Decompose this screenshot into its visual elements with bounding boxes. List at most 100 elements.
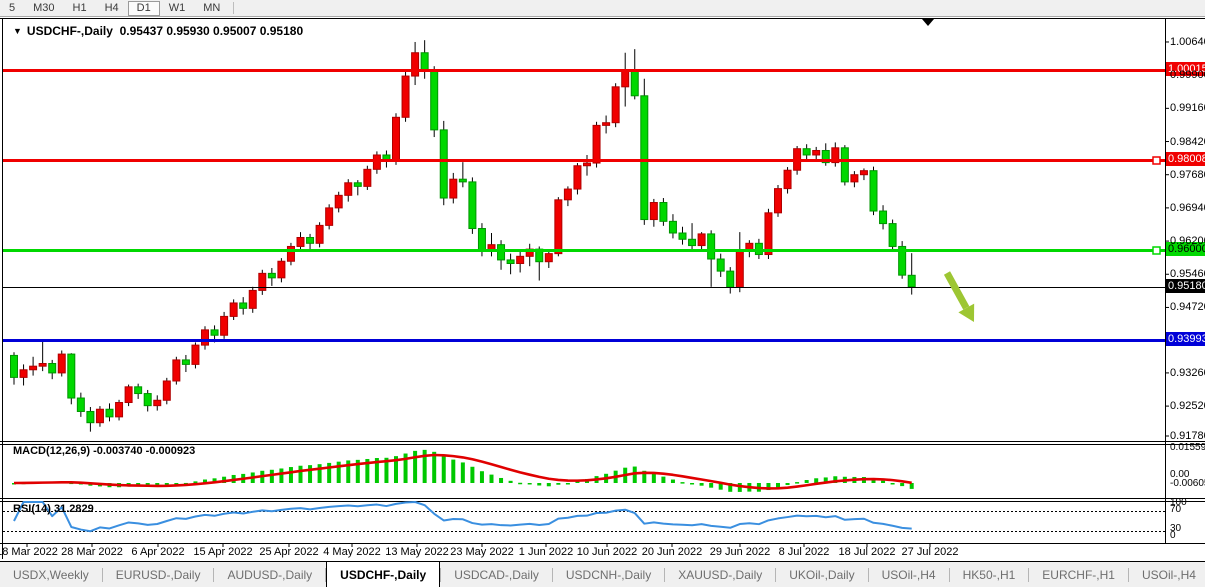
candle-bullish [229, 302, 238, 317]
candle-bearish [802, 148, 811, 156]
price-level-badge: 0.98008 [1166, 152, 1205, 166]
macd-histogram-bar [250, 472, 255, 483]
macd-histogram-bar [78, 483, 83, 485]
macd-histogram-bar [422, 449, 427, 483]
candle-bearish [439, 129, 448, 199]
candle-bullish [850, 174, 859, 183]
macd-axis-label: -0.006050 [1170, 478, 1205, 489]
candle-bearish [239, 302, 248, 309]
candle-bearish [458, 178, 467, 183]
price-level-badge: 0.93993 [1166, 332, 1205, 346]
macd-histogram-bar [241, 473, 246, 483]
candle-bearish [134, 386, 143, 395]
rsi-line [13, 501, 912, 533]
tab-usdcad-daily[interactable]: USDCAD-,Daily [441, 562, 552, 587]
rsi-axis-label: 70 [1170, 504, 1182, 515]
macd-histogram-bar [585, 478, 589, 483]
date-tick-label: 29 Jun 2022 [709, 546, 771, 558]
tab-hk50-h1[interactable]: HK50-,H1 [950, 562, 1029, 587]
tab-usdx-weekly[interactable]: USDX,Weekly [0, 562, 102, 587]
macd-histogram-bar [670, 479, 675, 483]
candle-bullish [325, 207, 334, 226]
macd-histogram-bar [833, 476, 838, 483]
chart-canvas[interactable] [0, 0, 1205, 587]
macd-histogram-bar [365, 458, 370, 483]
candle-bearish [659, 202, 668, 222]
candle-bullish [315, 224, 324, 244]
line-handle[interactable] [1152, 156, 1161, 165]
macd-histogram-bar [623, 467, 628, 483]
macd-histogram-bar [117, 483, 122, 488]
candle-bearish [869, 170, 878, 212]
price-tick-label: 1.00640 [1170, 36, 1205, 48]
timeframe-toolbar: 5 M30 H1 H4 D1 W1 MN [0, 0, 1205, 17]
macd-histogram-bar [479, 471, 484, 483]
macd-histogram-bar [747, 483, 752, 492]
timeframe-button-mn[interactable]: MN [194, 1, 229, 16]
macd-histogram-bar [441, 456, 446, 483]
date-tick-label: 13 May 2022 [385, 546, 449, 558]
tab-eurusd-daily[interactable]: EURUSD-,Daily [103, 562, 214, 587]
macd-histogram-bar [661, 476, 666, 483]
sell-arrow-head-icon[interactable] [958, 303, 975, 322]
tab-usoil-h4[interactable]: USOil-,H4 [1129, 562, 1205, 587]
candle-bullish [392, 116, 400, 162]
macd-histogram-bar [470, 466, 475, 483]
macd-histogram-bar [804, 480, 809, 483]
macd-histogram-bar [31, 482, 36, 484]
date-tick-label: 27 Jul 2022 [901, 546, 959, 558]
candle-bearish [210, 329, 219, 336]
macd-histogram-bar [709, 483, 714, 488]
candle-bullish [258, 272, 267, 291]
chart-symbol-label: USDCHF-,Daily [26, 24, 113, 38]
timeframe-button-m30[interactable]: M30 [24, 1, 63, 16]
macd-histogram-bar [852, 476, 857, 483]
timeframe-button-h1[interactable]: H1 [64, 1, 96, 16]
macd-histogram-bar [88, 483, 93, 486]
macd-histogram-bar [21, 482, 26, 485]
candle-bullish [201, 329, 209, 346]
sell-arrow-shaft[interactable] [943, 271, 970, 310]
timeframe-button-5[interactable]: 5 [0, 1, 24, 16]
date-tick-label: 15 Apr 2022 [193, 546, 253, 558]
candle-bullish [411, 52, 420, 77]
triangle-marker-icon[interactable] [922, 19, 934, 26]
macd-histogram-bar [594, 476, 599, 483]
timeframe-button-d1[interactable]: D1 [127, 0, 160, 16]
tab-eurchf-h1[interactable]: EURCHF-,H1 [1029, 562, 1128, 587]
price-tick-label: 0.96940 [1170, 202, 1205, 214]
timeframe-button-w1[interactable]: W1 [160, 1, 195, 16]
candle-bearish [726, 270, 735, 288]
line-handle[interactable] [1152, 246, 1161, 255]
tab-ukoil-daily[interactable]: UKOil-,Daily [776, 562, 867, 587]
candle-bullish [544, 253, 553, 263]
timeframe-button-h4[interactable]: H4 [96, 1, 128, 16]
candle-bullish [363, 168, 372, 187]
candle-bullish [812, 149, 821, 156]
tab-usdchf-daily[interactable]: USDCHF-,Daily [326, 561, 441, 587]
price-tick-label: 0.93260 [1170, 367, 1205, 379]
candle-bearish [821, 149, 830, 164]
macd-histogram-bar [69, 482, 74, 485]
candle-bullish [248, 289, 257, 309]
candle-bullish [191, 344, 200, 365]
tab-usoil-h4[interactable]: USOil-,H4 [869, 562, 949, 587]
macd-histogram-bar [413, 450, 418, 483]
candle-bearish [506, 259, 515, 264]
tab-audusd-daily[interactable]: AUDUSD-,Daily [214, 562, 325, 587]
candle-bullish [95, 408, 104, 424]
macd-axis-label: 0.015598 [1170, 442, 1205, 453]
date-tick-label: 23 May 2022 [450, 546, 514, 558]
candle-bullish [172, 359, 181, 382]
date-tick-label: 8 Jul 2022 [778, 546, 830, 558]
tab-usdcnh-daily[interactable]: USDCNH-,Daily [553, 562, 664, 587]
macd-histogram-bar [155, 483, 160, 487]
macd-histogram-bar [518, 482, 523, 485]
candle-bearish [67, 353, 76, 399]
macd-histogram-bar [288, 467, 293, 483]
macd-histogram-bar [728, 483, 733, 492]
candle-bearish [382, 154, 391, 162]
tab-xauusd-daily[interactable]: XAUUSD-,Daily [665, 562, 775, 587]
macd-histogram-bar [537, 483, 542, 486]
macd-histogram-bar [699, 483, 704, 486]
